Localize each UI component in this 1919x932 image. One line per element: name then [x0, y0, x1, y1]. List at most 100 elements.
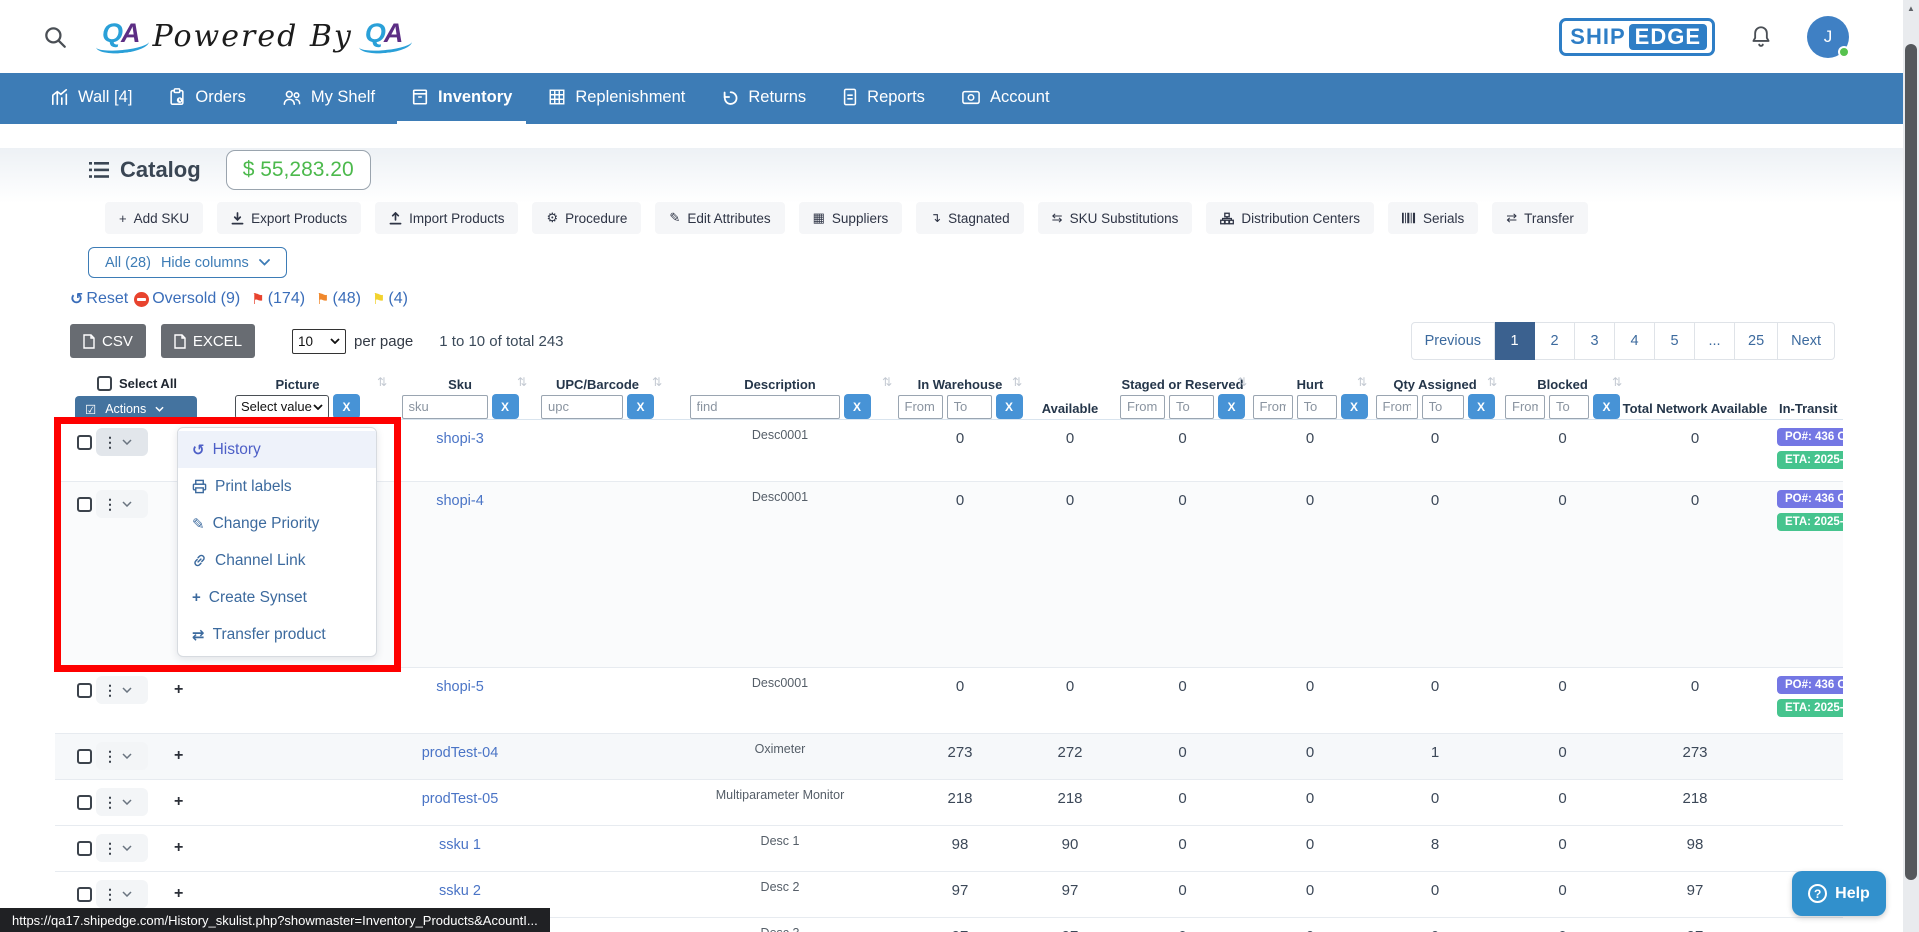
in-warehouse-to-input[interactable] [947, 395, 992, 419]
pagination-ellipsis[interactable]: ... [1695, 322, 1735, 360]
staged-from-input[interactable] [1120, 395, 1165, 419]
suppliers-button[interactable]: ▦Suppliers [799, 202, 903, 234]
in-warehouse-from-input[interactable] [898, 395, 943, 419]
add-sku-button[interactable]: +Add SKU [105, 202, 203, 234]
row-actions-button[interactable]: ⋮ [100, 790, 120, 814]
csv-export-button[interactable]: CSV [70, 324, 146, 358]
sort-icon[interactable]: ⇅ [1357, 375, 1367, 389]
upc-filter-input[interactable] [541, 395, 623, 419]
nav-item-orders[interactable]: Orders [154, 73, 259, 124]
sort-icon[interactable]: ⇅ [517, 375, 527, 389]
scrollbar-thumb[interactable] [1905, 44, 1917, 880]
pagination-page-2[interactable]: 2 [1535, 322, 1575, 360]
orange-flag-filter-link[interactable]: ⚑(48) [311, 290, 361, 308]
row-actions-button[interactable]: ⋮ [100, 744, 120, 768]
sort-icon[interactable]: ⇅ [1012, 375, 1022, 389]
notifications-bell-icon[interactable] [1749, 24, 1773, 50]
description-filter-input[interactable] [690, 395, 840, 419]
nav-item-reports[interactable]: Reports [828, 73, 939, 124]
sort-icon[interactable]: ⇅ [652, 375, 662, 389]
sku-link[interactable]: ssku 1 [439, 837, 481, 853]
vertical-scrollbar[interactable]: ▲ [1903, 0, 1919, 932]
pagination-next[interactable]: Next [1778, 322, 1835, 360]
sort-icon[interactable]: ⇅ [1237, 375, 1247, 389]
row-actions-button[interactable]: ⋮ [100, 492, 120, 516]
staged-to-input[interactable] [1169, 395, 1214, 419]
sort-icon[interactable]: ⇅ [882, 375, 892, 389]
per-page-select[interactable]: 10 [292, 329, 346, 354]
clear-filter-button[interactable]: X [844, 394, 871, 419]
clear-filter-button[interactable]: X [1341, 394, 1368, 419]
pagination-page-1[interactable]: 1 [1495, 322, 1535, 360]
sku-link[interactable]: prodTest-04 [422, 745, 499, 761]
expand-row-button[interactable]: + [174, 885, 183, 903]
yellow-flag-filter-link[interactable]: ⚑(4) [367, 290, 408, 308]
sku-filter-input[interactable] [402, 395, 488, 419]
blocked-from-input[interactable] [1505, 395, 1545, 419]
select-all-checkbox[interactable]: Select All [97, 376, 205, 391]
sku-substitutions-button[interactable]: ⇆SKU Substitutions [1038, 202, 1193, 234]
pagination-page-5[interactable]: 5 [1655, 322, 1695, 360]
clear-filter-button[interactable]: X [492, 394, 519, 419]
clear-filter-button[interactable]: X [333, 394, 360, 419]
help-button[interactable]: ? Help [1792, 871, 1886, 916]
clear-filter-button[interactable]: X [1218, 394, 1245, 419]
procedure-button[interactable]: ⚙Procedure [532, 202, 641, 234]
user-avatar[interactable]: J [1807, 16, 1849, 58]
clear-filter-button[interactable]: X [996, 394, 1023, 419]
menu-item-channel-link[interactable]: Channel Link [178, 542, 376, 579]
row-checkbox[interactable] [77, 683, 92, 698]
row-actions-button[interactable]: ⋮ [100, 882, 120, 906]
oversold-filter-link[interactable]: Oversold (9) [134, 290, 240, 308]
row-checkbox[interactable] [77, 795, 92, 810]
menu-item-history[interactable]: ↺History [178, 431, 376, 468]
chevron-down-icon[interactable] [122, 836, 144, 860]
sku-link[interactable]: shopi-5 [436, 679, 484, 695]
clear-filter-button[interactable]: X [1468, 394, 1495, 419]
serials-button[interactable]: Serials [1388, 202, 1478, 234]
pagination-page-4[interactable]: 4 [1615, 322, 1655, 360]
row-actions-button[interactable]: ⋮ [100, 836, 120, 860]
sku-link[interactable]: prodTest-05 [422, 791, 499, 807]
nav-item-account[interactable]: Account [947, 73, 1064, 124]
expand-row-button[interactable]: + [174, 793, 183, 811]
nav-item-my-shelf[interactable]: My Shelf [268, 73, 389, 124]
row-actions-button[interactable]: ⋮ [100, 678, 120, 702]
nav-item-wall[interactable]: Wall [4] [37, 73, 146, 124]
row-checkbox[interactable] [77, 497, 92, 512]
hurt-to-input[interactable] [1297, 395, 1337, 419]
expand-row-button[interactable]: + [174, 747, 183, 765]
pagination-page-25[interactable]: 25 [1735, 322, 1778, 360]
red-flag-filter-link[interactable]: ⚑(174) [246, 290, 305, 308]
chevron-down-icon[interactable] [122, 744, 144, 768]
menu-item-print-labels[interactable]: Print labels [178, 468, 376, 505]
clear-filter-button[interactable]: X [627, 394, 654, 419]
chevron-down-icon[interactable] [122, 678, 144, 702]
expand-row-button[interactable]: + [174, 681, 183, 699]
expand-row-button[interactable]: + [174, 839, 183, 857]
qty-assigned-to-input[interactable] [1422, 395, 1464, 419]
nav-item-returns[interactable]: Returns [707, 73, 820, 124]
qty-assigned-from-input[interactable] [1376, 395, 1418, 419]
checkbox-icon[interactable] [97, 376, 112, 391]
row-checkbox[interactable] [77, 887, 92, 902]
row-checkbox[interactable] [77, 841, 92, 856]
hurt-from-input[interactable] [1253, 395, 1293, 419]
sort-icon[interactable]: ⇅ [377, 375, 387, 389]
menu-item-change-priority[interactable]: ✎Change Priority [178, 505, 376, 542]
scrollbar-up-arrow[interactable]: ▲ [1903, 0, 1919, 16]
chevron-down-icon[interactable] [122, 430, 144, 454]
sku-link[interactable]: ssku 2 [439, 883, 481, 899]
pagination-page-3[interactable]: 3 [1575, 322, 1615, 360]
search-icon[interactable] [42, 22, 72, 52]
row-actions-button[interactable]: ⋮ [100, 430, 120, 454]
distribution-centers-button[interactable]: Distribution Centers [1206, 202, 1374, 234]
hide-columns-button[interactable]: All (28) Hide columns [88, 247, 287, 278]
chevron-down-icon[interactable] [122, 492, 144, 516]
reset-filters-link[interactable]: ↺Reset [70, 289, 128, 309]
sort-icon[interactable]: ⇅ [1612, 375, 1622, 389]
transfer-button[interactable]: ⇄Transfer [1492, 202, 1588, 234]
menu-item-transfer-product[interactable]: ⇄Transfer product [178, 616, 376, 653]
nav-item-replenishment[interactable]: Replenishment [534, 73, 699, 124]
export-products-button[interactable]: Export Products [217, 202, 361, 234]
